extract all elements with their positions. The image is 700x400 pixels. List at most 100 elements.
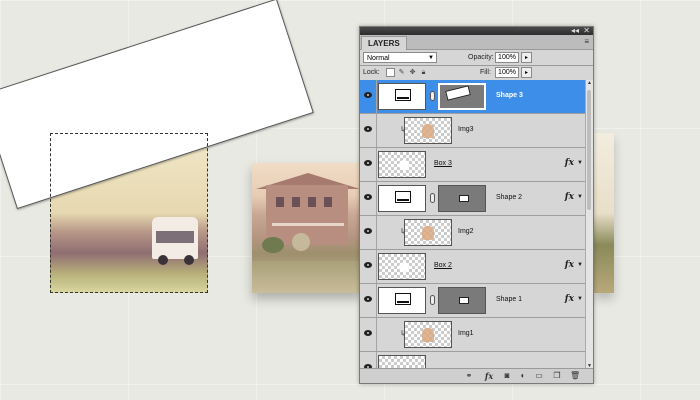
- vector-shape-icon: [395, 293, 411, 305]
- visibility-toggle[interactable]: [360, 80, 377, 113]
- link-icon[interactable]: [430, 91, 435, 101]
- layer-row-box-2[interactable]: Box 2 fx ▼: [360, 250, 586, 284]
- visibility-toggle[interactable]: [360, 250, 377, 283]
- adjustment-layer-icon[interactable]: ◐: [518, 371, 528, 381]
- layer-row-shape-1[interactable]: Shape 1 fx ▼: [360, 284, 586, 318]
- visibility-toggle[interactable]: [360, 318, 377, 351]
- chevron-down-icon[interactable]: ▼: [577, 296, 583, 302]
- divider: [360, 65, 593, 66]
- layer-thumbnail: [378, 151, 426, 178]
- chevron-down-icon[interactable]: ▼: [577, 160, 583, 166]
- visibility-toggle[interactable]: [360, 284, 377, 317]
- layer-thumbnail: [378, 185, 426, 212]
- fx-icon[interactable]: fx: [565, 294, 574, 304]
- blend-mode-select[interactable]: Normal ▼: [363, 52, 437, 63]
- visibility-toggle[interactable]: [360, 114, 377, 147]
- fill-field[interactable]: 100%: [495, 67, 519, 78]
- lock-transparent-icon[interactable]: [386, 68, 395, 77]
- vector-shape-icon: [395, 89, 411, 101]
- panel-title-bar[interactable]: ◂◂ ✕: [360, 26, 593, 35]
- layer-name: Shape 2: [496, 194, 523, 201]
- eye-icon: [364, 194, 372, 200]
- porch-railing: [272, 223, 344, 226]
- vector-mask-thumbnail[interactable]: [438, 185, 486, 212]
- link-layers-icon[interactable]: ⚭: [464, 371, 474, 381]
- eye-icon: [364, 330, 372, 336]
- layer-row-img2[interactable]: ↳ Img2: [360, 216, 586, 250]
- close-icon[interactable]: ✕: [583, 26, 590, 35]
- link-icon[interactable]: [430, 193, 435, 203]
- photo-thumbnail-content: [422, 328, 434, 342]
- vector-shape-icon: [395, 191, 411, 203]
- mask-shape: [445, 85, 471, 101]
- layer-name: Box 2: [434, 262, 452, 269]
- marquee-selection[interactable]: [50, 133, 208, 293]
- link-icon[interactable]: [430, 295, 435, 305]
- bush: [292, 233, 310, 251]
- house-window: [324, 197, 332, 207]
- layer-name: Img3: [458, 126, 474, 133]
- vector-mask-thumbnail[interactable]: [438, 287, 486, 314]
- trash-icon[interactable]: 🗑︎: [570, 371, 580, 381]
- layer-thumbnail: [404, 117, 452, 144]
- panel-tab-row: LAYERS ≡: [360, 35, 593, 50]
- vector-mask-thumbnail[interactable]: [438, 83, 486, 110]
- fx-icon[interactable]: fx: [565, 158, 574, 168]
- layer-thumbnail: [378, 287, 426, 314]
- layers-panel: ◂◂ ✕ LAYERS ≡ Normal ▼ Opacity: 100% ▸ L…: [359, 26, 594, 384]
- layers-list: Shape 3 ↳ Img3 Box 3 fx ▼ Shape 2 fx ▼: [360, 80, 586, 370]
- lock-position-icon[interactable]: ✥: [408, 68, 417, 77]
- layer-row-shape-2[interactable]: Shape 2 fx ▼: [360, 182, 586, 216]
- add-mask-icon[interactable]: ◙: [502, 371, 512, 381]
- blend-mode-value: Normal: [367, 55, 390, 62]
- opacity-field[interactable]: 100%: [495, 52, 519, 63]
- lock-label: Lock:: [363, 69, 380, 76]
- group-folder-icon[interactable]: ▭: [534, 371, 544, 381]
- eye-icon: [364, 92, 372, 98]
- eye-icon: [364, 160, 372, 166]
- collapse-icon[interactable]: ◂◂: [571, 26, 579, 35]
- add-style-fx-icon[interactable]: fx: [484, 371, 494, 381]
- layer-thumbnail: [404, 321, 452, 348]
- eye-icon: [364, 126, 372, 132]
- visibility-toggle[interactable]: [360, 216, 377, 249]
- lawn: [252, 261, 362, 293]
- fx-icon[interactable]: fx: [565, 260, 574, 270]
- mask-shape: [459, 297, 469, 304]
- opacity-label: Opacity:: [468, 54, 494, 61]
- chevron-down-icon[interactable]: ▼: [577, 262, 583, 268]
- layer-name: Img1: [458, 330, 474, 337]
- visibility-toggle[interactable]: [360, 148, 377, 181]
- eye-icon: [364, 296, 372, 302]
- fill-slider-button[interactable]: ▸: [521, 67, 532, 78]
- right-photo: [594, 133, 614, 293]
- tab-layers[interactable]: LAYERS: [361, 36, 407, 50]
- eye-icon: [364, 262, 372, 268]
- layer-row-box-3[interactable]: Box 3 fx ▼: [360, 148, 586, 182]
- fx-icon[interactable]: fx: [565, 192, 574, 202]
- lock-all-icon[interactable]: 🔒︎: [419, 68, 428, 77]
- scroll-thumb[interactable]: [587, 90, 591, 210]
- layer-row-img3[interactable]: ↳ Img3: [360, 114, 586, 148]
- panel-menu-icon[interactable]: ≡: [584, 37, 589, 46]
- layer-name: Shape 3: [496, 92, 523, 99]
- document-canvas[interactable]: [0, 0, 700, 400]
- house-window: [276, 197, 284, 207]
- lock-brush-icon[interactable]: ✎: [397, 68, 406, 77]
- mask-shape: [459, 195, 469, 202]
- box-thumbnail-content: [399, 160, 409, 170]
- chevron-down-icon[interactable]: ▼: [577, 194, 583, 200]
- house-window: [292, 197, 300, 207]
- house-window: [308, 197, 316, 207]
- layer-row-shape-3[interactable]: Shape 3: [360, 80, 586, 114]
- layers-scrollbar[interactable]: ▲ ▼: [585, 80, 593, 370]
- visibility-toggle[interactable]: [360, 182, 377, 215]
- layer-name: Img2: [458, 228, 474, 235]
- box-thumbnail-content: [399, 262, 409, 272]
- layer-name: Box 3: [434, 160, 452, 167]
- layer-row-img1[interactable]: ↳ Img1: [360, 318, 586, 352]
- center-photo: [252, 163, 362, 293]
- scroll-up-icon[interactable]: ▲: [586, 80, 593, 87]
- opacity-slider-button[interactable]: ▸: [521, 52, 532, 63]
- new-layer-icon[interactable]: ❐: [552, 371, 562, 381]
